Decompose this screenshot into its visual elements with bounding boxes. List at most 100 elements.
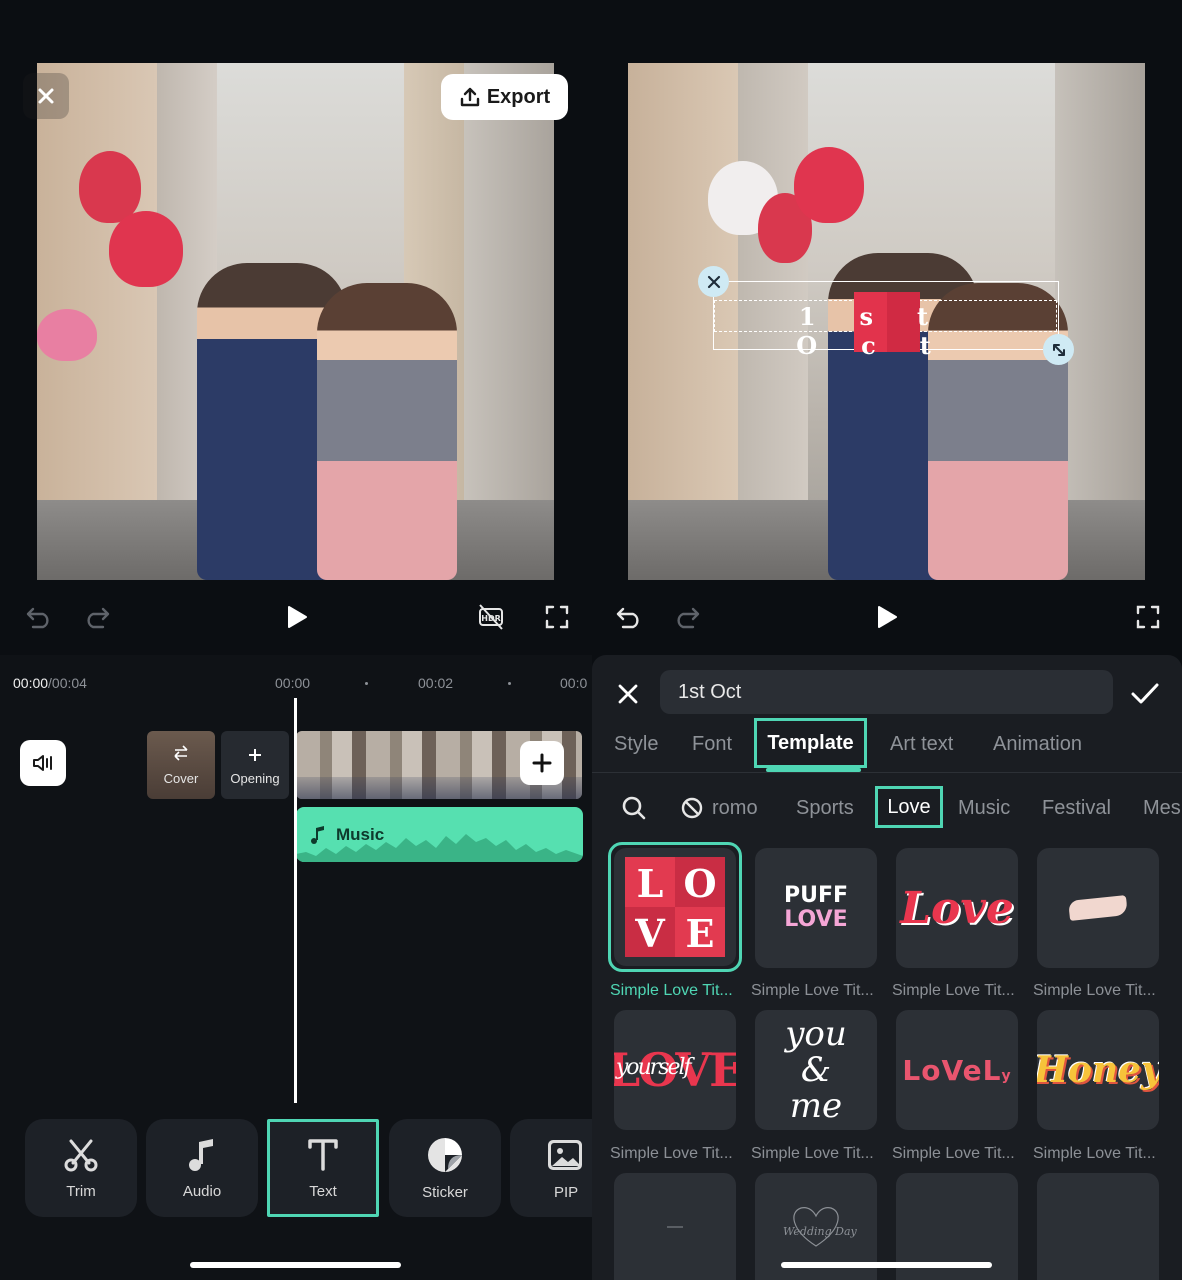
upload-icon [460, 87, 480, 107]
tab-template[interactable]: Template [754, 718, 867, 768]
svg-text:O: O [683, 861, 716, 906]
tab-animation[interactable]: Animation [993, 733, 1082, 756]
no-template-button[interactable] [680, 796, 704, 820]
svg-text:E: E [686, 911, 715, 956]
sticker-icon [428, 1137, 462, 1172]
panel-close-button[interactable] [612, 678, 644, 710]
category-promo[interactable]: romo [712, 797, 758, 820]
category-festival[interactable]: Festival [1042, 797, 1111, 820]
speaker-icon [33, 755, 52, 771]
template-caption-5: Simple Love Tit... [610, 1145, 733, 1162]
plus-icon [249, 749, 261, 761]
search-icon [622, 796, 646, 820]
template-card-puff-love[interactable]: PUFF LOVE [755, 848, 877, 968]
text-overlay-box[interactable]: 1st Oct [713, 281, 1059, 360]
timecode: 00:00/00:04 [13, 675, 87, 691]
undo-button-right[interactable] [612, 600, 646, 634]
home-indicator-left [190, 1262, 401, 1268]
music-track[interactable]: Music [296, 807, 583, 862]
svg-text:HDR: HDR [481, 614, 501, 623]
ruler-mark-1: 00:02 [418, 675, 454, 691]
category-sports[interactable]: Sports [796, 797, 854, 820]
cover-button[interactable]: Cover [147, 731, 215, 799]
puff-love-art: PUFF LOVE [783, 883, 849, 932]
sticker-tool-button[interactable]: Sticker [389, 1119, 501, 1217]
fullscreen-icon [545, 605, 569, 629]
brush-stroke-art [1068, 895, 1128, 921]
music-note-icon [189, 1138, 213, 1171]
undo-icon [26, 607, 49, 629]
total-time: /00:04 [48, 675, 87, 691]
scissors-icon [64, 1139, 98, 1171]
template-card-love-script[interactable]: Love [896, 848, 1018, 968]
yourself-script: yourself [615, 1055, 692, 1080]
resize-arrows-icon [1052, 343, 1065, 356]
fullscreen-button-right[interactable] [1131, 600, 1165, 634]
template-card-honey[interactable]: Honey [1037, 1010, 1159, 1130]
ruler-dot [508, 682, 511, 685]
template-caption-7: Simple Love Tit... [892, 1145, 1015, 1162]
text-input-field[interactable]: 1st Oct [660, 670, 1113, 714]
export-button[interactable]: Export [441, 74, 568, 120]
text-label: Text [309, 1182, 337, 1200]
trim-tool-button[interactable]: Trim [25, 1119, 137, 1217]
swap-icon [174, 745, 188, 761]
faint-stroke-art [667, 1225, 683, 1228]
svg-text:L: L [637, 861, 664, 906]
playhead[interactable] [294, 698, 297, 1103]
honey-art: Honey [1037, 1049, 1159, 1091]
undo-button[interactable] [22, 600, 56, 634]
category-love[interactable]: Love [875, 786, 943, 828]
text-tool-button[interactable]: Text [267, 1119, 379, 1217]
template-caption-6: Simple Love Tit... [751, 1145, 874, 1162]
love-yourself-art: LOVE yourself [614, 1043, 736, 1097]
template-card-row3-1[interactable] [614, 1173, 736, 1280]
overlay-resize-handle[interactable] [1043, 334, 1074, 365]
you-and-me-art: you & me [785, 1014, 847, 1126]
category-more[interactable]: Mes [1143, 797, 1181, 820]
template-card-row3-4[interactable] [1037, 1173, 1159, 1280]
template-card-lovel[interactable]: LoVeLy [896, 1010, 1018, 1130]
left-preview-image [37, 63, 554, 580]
pip-tool-button[interactable]: PIP [510, 1119, 592, 1217]
audio-tool-button[interactable]: Audio [146, 1119, 258, 1217]
tabs-divider [592, 772, 1182, 773]
ruler-dot [365, 682, 368, 685]
add-clip-button[interactable] [520, 741, 564, 785]
redo-icon [87, 607, 110, 629]
play-button[interactable] [280, 600, 314, 634]
close-icon [707, 275, 720, 288]
ruler-mark-2: 00:0 [560, 675, 588, 691]
category-music[interactable]: Music [958, 797, 1010, 820]
opening-button[interactable]: Opening [221, 731, 289, 799]
tab-art-text[interactable]: Art text [890, 733, 953, 756]
template-caption-1: Simple Love Tit... [610, 982, 733, 999]
play-button-right[interactable] [870, 600, 904, 634]
template-card-selected[interactable]: L O V E [608, 842, 742, 972]
overlay-delete-button[interactable] [698, 266, 729, 297]
wedding-day-script: Wedding Day [783, 1225, 857, 1238]
template-card-brush[interactable] [1037, 848, 1159, 968]
love-block-art: L O V E [625, 857, 725, 957]
play-icon [878, 606, 897, 628]
template-caption-3: Simple Love Tit... [892, 982, 1015, 999]
template-card-love-yourself[interactable]: LOVE yourself [614, 1010, 736, 1130]
tab-font[interactable]: Font [692, 733, 732, 756]
cover-label: Cover [163, 771, 199, 786]
hdr-toggle-button[interactable]: HDR [474, 600, 508, 634]
panel-confirm-button[interactable] [1127, 678, 1163, 710]
template-search-button[interactable] [620, 794, 650, 824]
category-love-label: Love [887, 795, 931, 818]
plus-icon [532, 753, 552, 773]
template-card-you-and-me[interactable]: you & me [755, 1010, 877, 1130]
mute-clip-audio-button[interactable] [20, 740, 66, 786]
fullscreen-button[interactable] [540, 600, 574, 634]
tab-style[interactable]: Style [614, 733, 658, 756]
home-indicator-right [781, 1262, 992, 1268]
redo-button[interactable] [80, 600, 114, 634]
undo-icon [616, 607, 639, 629]
close-editor-button[interactable] [23, 73, 69, 119]
current-time: 00:00 [13, 675, 49, 691]
text-icon [308, 1138, 338, 1171]
redo-button-right[interactable] [670, 600, 704, 634]
